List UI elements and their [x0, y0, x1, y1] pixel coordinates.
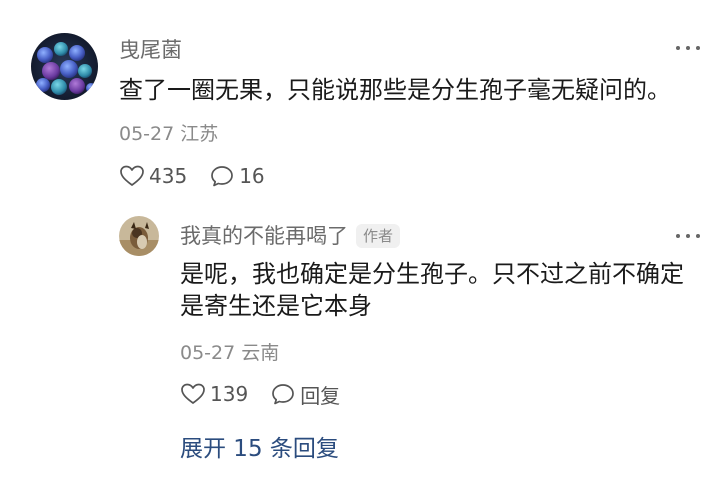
reply-button[interactable]: 16: [209, 164, 265, 188]
reply-meta: 05-27 云南: [180, 340, 279, 366]
more-horizontal-icon: [676, 234, 700, 238]
reply-reply-button[interactable]: 回复: [270, 380, 340, 409]
dog-avatar-icon: [119, 216, 159, 256]
reply-like-count: 139: [210, 382, 249, 406]
reply-username-row: 我真的不能再喝了 作者: [180, 222, 401, 250]
more-horizontal-icon: [676, 46, 700, 50]
comment-bubble-icon: [211, 166, 234, 187]
reply-text: 是呢，我也确定是分生孢子。只不过之前不确定是寄生还是它本身: [180, 260, 684, 320]
reply-avatar[interactable]: [119, 216, 159, 256]
author-badge: 作者: [356, 224, 401, 248]
expand-replies-link[interactable]: 展开 15 条回复: [180, 434, 339, 464]
heart-icon: [120, 165, 144, 186]
reply-actions: 139 回复: [180, 380, 362, 408]
comment-bubble-icon: [272, 384, 295, 405]
reply-like-button[interactable]: 139: [180, 382, 248, 406]
reply-label: 回复: [300, 383, 341, 408]
reply-count: 16: [239, 164, 265, 188]
like-count: 435: [149, 164, 188, 188]
reply-username[interactable]: 我真的不能再喝了: [180, 222, 348, 250]
avatar[interactable]: [31, 33, 98, 100]
comment-username[interactable]: 曳尾菌: [119, 36, 182, 64]
reply-date: 05-27: [180, 342, 236, 364]
comment-location: 江苏: [180, 123, 219, 145]
more-options-button[interactable]: [673, 36, 703, 60]
comment-actions: 435 16: [119, 162, 287, 190]
comment-text: 查了一圈无果，只能说那些是分生孢子毫无疑问的。: [119, 76, 671, 104]
mushroom-avatar-icon: [31, 33, 98, 100]
like-button[interactable]: 435: [119, 164, 187, 188]
comment-meta: 05-27 江苏: [119, 121, 218, 147]
comment-date: 05-27: [119, 123, 175, 145]
heart-icon: [181, 383, 205, 404]
reply-location: 云南: [241, 342, 280, 364]
reply-more-options-button[interactable]: [673, 224, 703, 248]
